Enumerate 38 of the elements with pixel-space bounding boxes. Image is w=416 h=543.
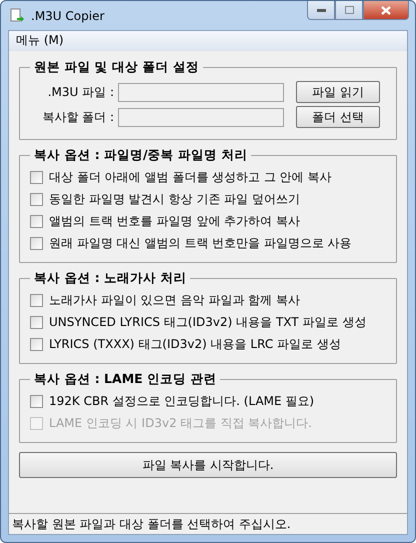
status-bar: 복사할 원본 파일과 대상 폴더를 선택하여 주십시오.	[9, 513, 407, 534]
close-button[interactable]	[363, 1, 409, 20]
app-icon	[9, 8, 25, 24]
group-title: 원본 파일 및 대상 폴더 설정	[33, 59, 200, 76]
checkbox[interactable]	[30, 316, 43, 328]
checkbox[interactable]	[30, 192, 43, 206]
window-title: .M3U Copier	[31, 8, 104, 22]
minimize-icon	[316, 8, 326, 12]
group-title: 복사 옵션 : 파일명/중복 파일명 처리	[33, 147, 248, 164]
browse-button[interactable]: 파일 읽기	[296, 81, 380, 103]
option-label: 동일한 파일명 발견시 항상 기존 파일 덮어쓰기	[49, 190, 300, 208]
checkbox[interactable]	[30, 236, 43, 250]
option-label: LAME 인코딩 시 ID3v2 태그를 직접 복사합니다.	[49, 414, 312, 432]
browse-button[interactable]: 폴더 선택	[296, 106, 380, 128]
field-label: 복사할 폴더 :	[41, 108, 114, 126]
maximize-button[interactable]	[335, 1, 363, 20]
checkbox[interactable]	[30, 170, 43, 184]
input-field[interactable]	[118, 82, 284, 102]
input-field[interactable]	[118, 108, 284, 126]
minimize-button[interactable]	[307, 1, 335, 20]
option-label: LYRICS (TXXX) 태그(ID3v2) 내용을 LRC 파일로 생성	[49, 336, 341, 352]
menu-item[interactable]: 메뉴 (M)	[13, 32, 67, 49]
maximize-icon	[344, 6, 354, 14]
field-label: .M3U 파일 :	[46, 84, 114, 100]
option-label: 원래 파일명 대신 앨범의 트랙 번호만을 파일명으로 사용	[49, 234, 352, 252]
group-title: 복사 옵션 : LAME 인코딩 관련	[33, 371, 218, 388]
checkbox[interactable]	[30, 294, 43, 306]
group-title: 복사 옵션 : 노래가사 처리	[33, 270, 188, 287]
checkbox[interactable]	[30, 394, 43, 408]
option-label: UNSYNCED LYRICS 태그(ID3v2) 내용을 TXT 파일로 생성	[49, 314, 366, 330]
option-label: 노래가사 파일이 있으면 음악 파일과 함께 복사	[49, 292, 300, 308]
close-icon	[381, 6, 391, 14]
checkbox[interactable]	[30, 214, 43, 228]
option-label: 앨범의 트랙 번호를 파일명 앞에 추가하여 복사	[49, 212, 300, 230]
checkbox[interactable]	[30, 338, 43, 350]
start-copy-button[interactable]: 파일 복사를 시작합니다.	[19, 452, 397, 478]
option-label: 192K CBR 설정으로 인코딩합니다. (LAME 필요)	[49, 392, 314, 410]
option-label: 대상 폴더 아래에 앨범 폴더를 생성하고 그 안에 복사	[49, 168, 332, 186]
